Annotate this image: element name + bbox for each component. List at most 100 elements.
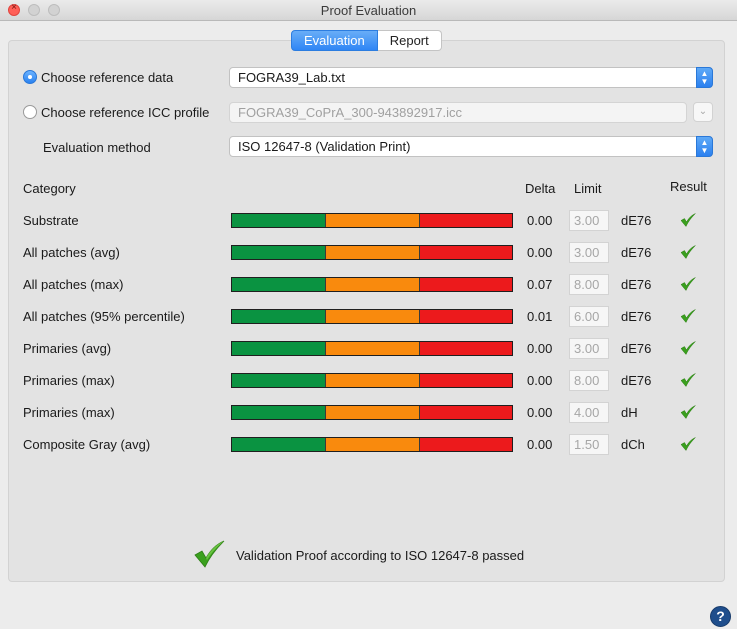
bar-segment-good <box>232 246 326 259</box>
evaluation-method-label: Evaluation method <box>43 140 151 155</box>
unit-label: dE76 <box>621 277 652 292</box>
limit-field: 8.00 <box>569 370 609 391</box>
delta-scale-bar <box>231 245 513 260</box>
delta-value: 0.07 <box>527 277 553 292</box>
bar-segment-warning <box>326 438 420 451</box>
unit-label: dCh <box>621 437 645 452</box>
bar-segment-fail <box>420 278 512 291</box>
category-label: Primaries (max) <box>23 373 115 388</box>
result-checkmark-icon <box>680 277 696 294</box>
reference-data-value: FOGRA39_Lab.txt <box>238 70 345 85</box>
bar-segment-warning <box>326 214 420 227</box>
delta-value: 0.00 <box>527 213 553 228</box>
limit-field: 3.00 <box>569 242 609 263</box>
icc-profile-menu-button: ⌄ <box>693 102 713 122</box>
bar-segment-good <box>232 438 326 451</box>
bar-segment-fail <box>420 310 512 323</box>
up-down-arrows-icon: ▲ ▼ <box>696 136 713 157</box>
summary-text: Validation Proof according to ISO 12647-… <box>236 548 525 563</box>
result-checkmark-icon <box>680 309 696 326</box>
delta-value: 0.00 <box>527 405 553 420</box>
category-label: Composite Gray (avg) <box>23 437 151 452</box>
bar-segment-warning <box>326 278 420 291</box>
tab-evaluation[interactable]: Evaluation <box>291 30 378 51</box>
reference-data-radio[interactable] <box>23 70 37 84</box>
reference-data-popup[interactable]: FOGRA39_Lab.txt ▲ ▼ <box>229 67 713 88</box>
delta-scale-bar <box>231 341 513 356</box>
bar-segment-fail <box>420 342 512 355</box>
reference-icc-value: FOGRA39_CoPrA_300-943892917.icc <box>238 105 463 120</box>
category-label: All patches (95% percentile) <box>23 309 185 324</box>
result-checkmark-icon <box>680 245 696 262</box>
bar-segment-fail <box>420 438 512 451</box>
delta-scale-bar <box>231 213 513 228</box>
tab-report[interactable]: Report <box>377 30 442 51</box>
bar-segment-good <box>232 278 326 291</box>
delta-scale-bar <box>231 277 513 292</box>
limit-field: 1.50 <box>569 434 609 455</box>
result-checkmark-icon <box>680 213 696 230</box>
evaluation-method-popup[interactable]: ISO 12647-8 (Validation Print) ▲ ▼ <box>229 136 713 157</box>
result-checkmark-icon <box>680 341 696 358</box>
category-label: Primaries (max) <box>23 405 115 420</box>
bar-segment-good <box>232 406 326 419</box>
bar-segment-good <box>232 374 326 387</box>
result-header: Result <box>670 179 707 194</box>
limit-field: 6.00 <box>569 306 609 327</box>
bar-segment-warning <box>326 374 420 387</box>
unit-label: dE76 <box>621 245 652 260</box>
limit-header: Limit <box>574 181 602 196</box>
bar-segment-fail <box>420 406 512 419</box>
result-checkmark-icon <box>680 405 696 422</box>
result-checkmark-icon <box>680 437 696 454</box>
limit-field: 8.00 <box>569 274 609 295</box>
delta-scale-bar <box>231 309 513 324</box>
bar-segment-warning <box>326 406 420 419</box>
tab-bar: Evaluation Report <box>291 30 442 51</box>
reference-icc-label[interactable]: Choose reference ICC profile <box>41 105 209 120</box>
bar-segment-warning <box>326 342 420 355</box>
reference-icc-field: FOGRA39_CoPrA_300-943892917.icc <box>229 102 687 123</box>
delta-value: 0.00 <box>527 245 553 260</box>
limit-field: 3.00 <box>569 338 609 359</box>
unit-label: dH <box>621 405 638 420</box>
bar-segment-fail <box>420 246 512 259</box>
unit-label: dE76 <box>621 309 652 324</box>
unit-label: dE76 <box>621 341 652 356</box>
help-icon: ? <box>716 608 725 624</box>
bar-segment-good <box>232 310 326 323</box>
delta-value: 0.00 <box>527 437 553 452</box>
chevron-down-icon: ⌄ <box>698 106 708 117</box>
bar-segment-warning <box>326 310 420 323</box>
up-down-arrows-icon: ▲ ▼ <box>696 67 713 88</box>
unit-label: dE76 <box>621 373 652 388</box>
delta-scale-bar <box>231 373 513 388</box>
reference-data-label[interactable]: Choose reference data <box>41 70 173 85</box>
reference-icc-radio[interactable] <box>23 105 37 119</box>
delta-scale-bar <box>231 405 513 420</box>
delta-header: Delta <box>525 181 556 196</box>
delta-value: 0.00 <box>527 341 553 356</box>
bar-segment-good <box>232 214 326 227</box>
bar-segment-fail <box>420 374 512 387</box>
window-title: Proof Evaluation <box>320 3 417 18</box>
category-header: Category <box>23 181 76 196</box>
delta-value: 0.01 <box>527 309 553 324</box>
category-label: All patches (max) <box>23 277 124 292</box>
category-label: Primaries (avg) <box>23 341 112 356</box>
evaluation-method-value: ISO 12647-8 (Validation Print) <box>238 139 411 154</box>
passed-checkmark-icon <box>194 540 225 568</box>
limit-field: 4.00 <box>569 402 609 423</box>
help-button[interactable]: ? <box>710 606 731 627</box>
title-bar: × Proof Evaluation <box>0 0 737 21</box>
result-checkmark-icon <box>680 373 696 390</box>
category-label: Substrate <box>23 213 79 228</box>
delta-value: 0.00 <box>527 373 553 388</box>
bar-segment-warning <box>326 246 420 259</box>
delta-scale-bar <box>231 437 513 452</box>
bar-segment-good <box>232 342 326 355</box>
category-label: All patches (avg) <box>23 245 120 260</box>
bar-segment-fail <box>420 214 512 227</box>
limit-field: 3.00 <box>569 210 609 231</box>
unit-label: dE76 <box>621 213 652 228</box>
